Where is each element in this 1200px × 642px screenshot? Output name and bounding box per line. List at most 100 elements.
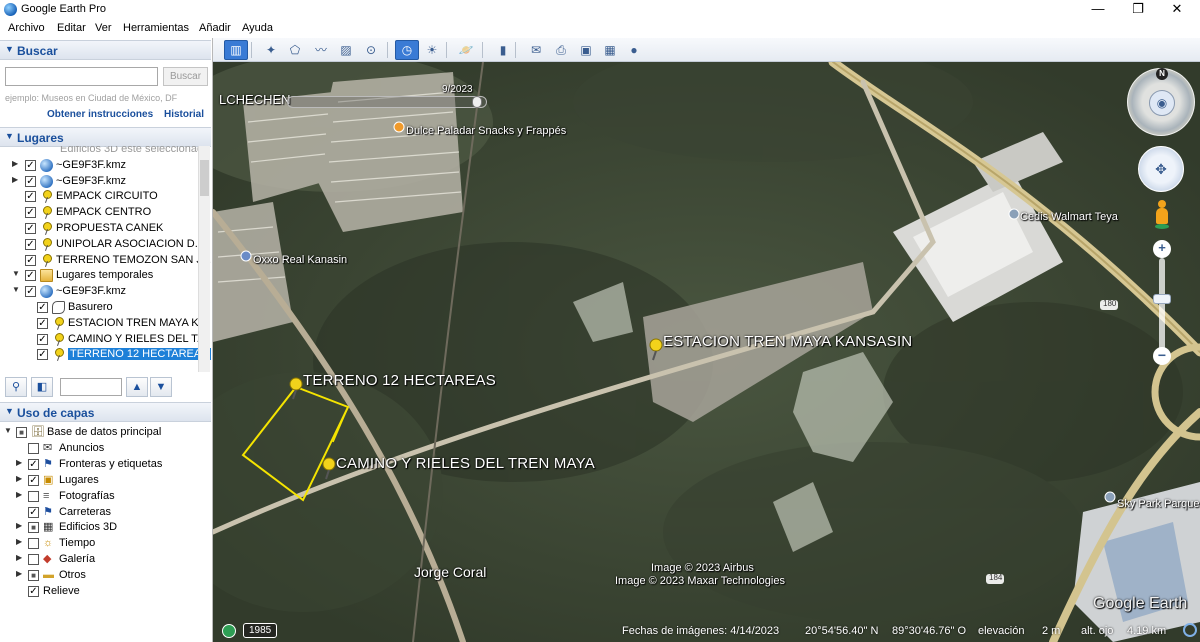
add-polygon-icon[interactable]: ⬠ xyxy=(283,40,307,60)
poi-cedis-walmart[interactable]: Cedis Walmart Teya xyxy=(1020,211,1118,223)
layer-checkbox[interactable] xyxy=(28,554,39,566)
places-item[interactable]: ✓ Basurero xyxy=(0,300,198,316)
visibility-checkbox[interactable]: ✓ xyxy=(37,302,48,313)
expand-arrow-icon[interactable]: ▶ xyxy=(16,521,24,530)
menu-archivo[interactable]: Archivo xyxy=(8,22,45,34)
history-link[interactable]: Historial xyxy=(164,109,204,120)
placemark-camino-label[interactable]: CAMINO Y RIELES DEL TREN MAYA xyxy=(336,455,595,472)
get-directions-link[interactable]: Obtener instrucciones xyxy=(47,109,153,120)
expand-arrow-icon[interactable]: ▶ xyxy=(16,490,24,499)
street-view-pegman-icon[interactable] xyxy=(1154,200,1170,230)
layer-item[interactable]: ▼ ■ 🗄 Base de datos principal xyxy=(0,425,210,441)
menu-ayuda[interactable]: Ayuda xyxy=(242,22,273,34)
minimize-button[interactable]: — xyxy=(1078,0,1118,20)
layer-item[interactable]: ▶ ■ ▬ Otros xyxy=(0,568,210,584)
visibility-checkbox[interactable]: ✓ xyxy=(25,223,36,234)
collapse-arrow-icon[interactable]: ▼ xyxy=(12,269,20,278)
expand-arrow-icon[interactable]: ▶ xyxy=(16,458,24,467)
layer-checkbox[interactable]: ✓ xyxy=(28,586,39,597)
poi-oxxo[interactable]: Oxxo Real Kanasin xyxy=(253,254,347,266)
historical-year-badge[interactable]: 1985 xyxy=(243,623,278,638)
expand-arrow-icon[interactable]: ▶ xyxy=(16,569,24,578)
visibility-checkbox[interactable]: ✓ xyxy=(25,238,36,250)
placemark-terreno-label[interactable]: TERRENO 12 HECTAREAS xyxy=(303,372,496,389)
layer-checkbox[interactable]: ■ xyxy=(28,522,39,534)
visibility-checkbox[interactable]: ✓ xyxy=(37,317,48,329)
view-in-maps-icon[interactable]: ▦ xyxy=(598,40,622,60)
visibility-checkbox[interactable]: ✓ xyxy=(25,207,36,219)
zoom-slider-track[interactable] xyxy=(1159,258,1165,358)
poi-dulce-paladar[interactable]: Dulce Paladar Snacks y Frappés xyxy=(406,125,566,137)
expand-arrow-icon[interactable]: ▶ xyxy=(12,159,20,168)
visibility-checkbox[interactable]: ✓ xyxy=(25,254,36,266)
search-icon[interactable]: ⚲ xyxy=(5,377,27,397)
layer-checkbox[interactable] xyxy=(28,490,39,502)
layer-item[interactable]: ▶ ■ ▦ Edificios 3D xyxy=(0,520,210,536)
ruler-icon[interactable]: ▮ xyxy=(491,40,515,60)
add-image-overlay-icon[interactable]: ▨ xyxy=(334,40,358,60)
layer-checkbox[interactable] xyxy=(28,538,39,550)
sidebar-toggle-icon[interactable]: ▥ xyxy=(224,40,248,60)
layer-checkbox[interactable]: ■ xyxy=(16,427,27,438)
expand-arrow-icon[interactable]: ▶ xyxy=(16,553,24,562)
places-item[interactable]: ✓ UNIPOLAR ASOCIACION D... xyxy=(0,237,204,253)
tour-icon[interactable] xyxy=(222,624,236,638)
places-item[interactable]: ▼ ✓ Lugares temporales xyxy=(0,268,198,284)
layer-checkbox[interactable]: ✓ xyxy=(28,458,39,470)
move-down-button[interactable]: ▼ xyxy=(150,377,172,397)
zoom-slider-handle[interactable] xyxy=(1153,294,1171,304)
places-item[interactable]: ▶ ✓ ~GE9F3F.kmz xyxy=(0,158,198,174)
add-placemark-icon[interactable]: ✦ xyxy=(259,40,283,60)
scrollbar-thumb[interactable] xyxy=(200,160,209,196)
layer-checkbox[interactable] xyxy=(28,442,39,454)
layer-item[interactable]: ▶ ◆ Galería xyxy=(0,552,210,568)
email-icon[interactable]: ✉ xyxy=(524,40,548,60)
search-button[interactable]: Buscar xyxy=(163,67,208,86)
zoom-in-button[interactable]: + xyxy=(1153,240,1171,258)
search-input[interactable] xyxy=(5,67,158,86)
move-control[interactable]: ✥ xyxy=(1138,146,1184,192)
places-item[interactable]: Edificios 3D esté seleccionada xyxy=(0,146,209,158)
record-tour-icon[interactable]: ⊙ xyxy=(359,40,383,60)
layer-item[interactable]: ▶ ✓ ⚑ Fronteras y etiquetas xyxy=(0,457,210,473)
layer-item[interactable]: ▶ ☼ Tiempo xyxy=(0,536,210,552)
visibility-checkbox[interactable]: ✓ xyxy=(37,333,48,345)
close-button[interactable]: ✕ xyxy=(1157,0,1197,20)
places-item[interactable]: ✓ EMPACK CIRCUITO xyxy=(0,189,198,205)
print-icon[interactable]: ⎙ xyxy=(549,40,573,60)
places-item[interactable]: ▶ ✓ ~GE9F3F.kmz xyxy=(0,174,198,190)
historical-imagery-icon[interactable]: ◷ xyxy=(395,40,419,60)
menu-editar[interactable]: Editar xyxy=(57,22,86,34)
time-slider-knob[interactable] xyxy=(472,96,482,108)
panel-toggle-icon[interactable]: ◧ xyxy=(31,377,53,397)
search-section-header[interactable]: ▼ Buscar xyxy=(0,40,211,60)
expand-arrow-icon[interactable]: ▶ xyxy=(16,474,24,483)
places-item[interactable]: ▼ ✓ ~GE9F3F.kmz xyxy=(0,284,198,300)
compass-control[interactable]: N ◉ xyxy=(1127,68,1195,136)
places-item[interactable]: ✓ TERRENO 12 HECTAREAS xyxy=(0,347,211,363)
layer-checkbox[interactable]: ✓ xyxy=(28,474,39,486)
places-item[interactable]: ✓ TERRENO TEMOZON SAN J... xyxy=(0,253,211,269)
save-image-icon[interactable]: ▣ xyxy=(574,40,598,60)
map-view[interactable]: LCHECHEN 9/2023 Dulce Paladar Snacks y F… xyxy=(213,62,1200,642)
collapse-arrow-icon[interactable]: ▼ xyxy=(4,426,12,435)
layer-checkbox[interactable]: ■ xyxy=(28,570,39,582)
places-item[interactable]: ✓ PROPUESTA CANEK xyxy=(0,221,198,237)
visibility-checkbox[interactable]: ✓ xyxy=(25,286,36,298)
time-slider-track[interactable] xyxy=(287,96,487,108)
zoom-out-button[interactable]: − xyxy=(1153,347,1171,365)
layer-checkbox[interactable]: ✓ xyxy=(28,506,39,518)
layer-item[interactable]: ▶ ≡ Fotografías xyxy=(0,489,210,505)
menu-herramientas[interactable]: Herramientas xyxy=(123,22,189,34)
poi-sky-park[interactable]: Sky Park Parque xyxy=(1117,498,1200,510)
sign-in-icon[interactable]: ● xyxy=(622,40,646,60)
visibility-checkbox[interactable]: ✓ xyxy=(25,270,36,282)
look-around-icon[interactable]: ◉ xyxy=(1149,90,1175,116)
layer-item[interactable]: ✓ ⚑ Carreteras xyxy=(0,505,210,521)
expand-arrow-icon[interactable]: ▶ xyxy=(12,175,20,184)
visibility-checkbox[interactable]: ✓ xyxy=(37,349,48,361)
sunlight-icon[interactable]: ☀ xyxy=(420,40,444,60)
places-item[interactable]: ✓ EMPACK CENTRO xyxy=(0,205,198,221)
places-item[interactable]: ✓ CAMINO Y RIELES DEL T... xyxy=(0,332,206,348)
time-slider[interactable]: LCHECHEN 9/2023 xyxy=(219,84,487,110)
